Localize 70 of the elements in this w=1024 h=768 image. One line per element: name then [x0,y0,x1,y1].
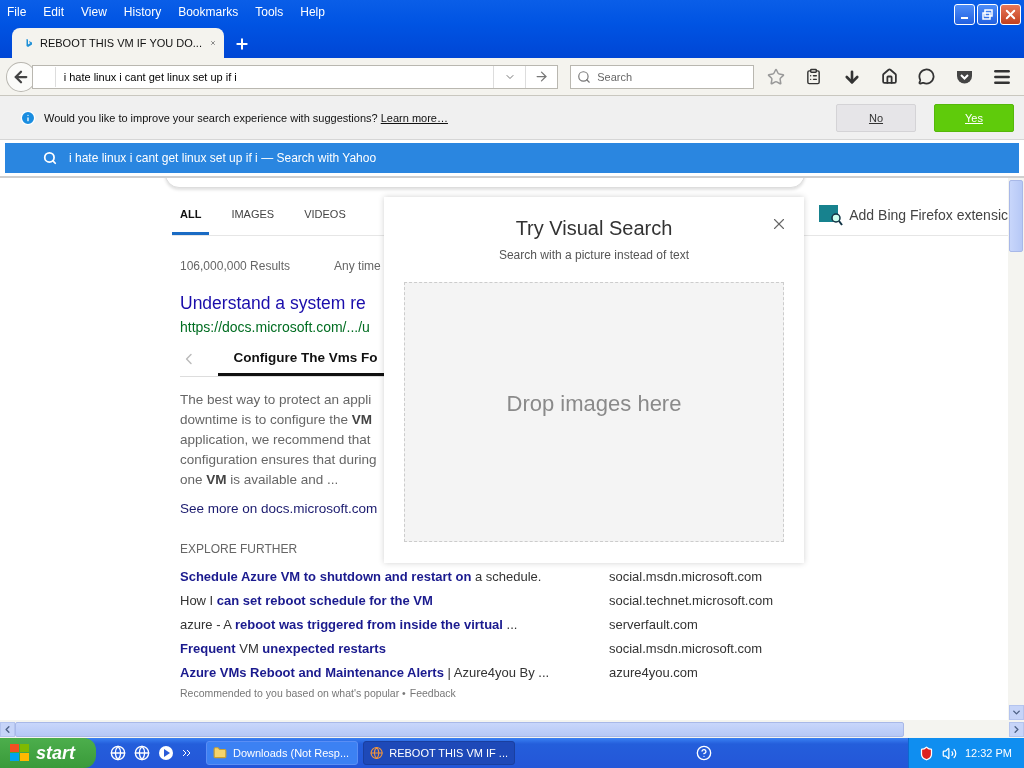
snippet-line: downtime is to configure the VM [180,411,374,429]
restore-button[interactable] [977,3,998,25]
browser-icon [370,746,384,760]
explore-site: serverfault.com [609,617,699,632]
minimize-icon [961,17,968,19]
menu-item[interactable]: Tools [255,5,284,19]
more-chevron-icon[interactable] [182,748,192,758]
no-button[interactable]: No [836,103,916,132]
popup-title: Try Visual Search [515,217,673,240]
minimize-button[interactable] [954,3,975,25]
snippet-line: configuration ensures that during [180,451,378,469]
search-box[interactable]: Search [570,64,755,89]
snippet-line: The best way to protect an appli [180,391,373,409]
new-tab-button[interactable] [234,36,250,52]
search-suggestion[interactable]: i hate linux i cant get linux set up if i — Search with Yahoo [5,143,1019,173]
snippet-line: application, we recommend that [180,431,372,449]
address-bar[interactable]: i hate linux i cant get linux set up if i [31,64,559,89]
explore-link[interactable]: Schedule Azure VM to shutdown and restart on a schedule. [180,569,609,584]
page-tab[interactable]: ALL [172,208,210,235]
folder-icon [213,746,227,760]
time-filter[interactable]: Any time [334,259,381,273]
restore-icon [982,8,993,20]
result-count: 106,000,000 Results [180,259,291,273]
speaker-icon[interactable] [941,745,957,761]
scroll-down-button[interactable] [1008,705,1024,720]
menu-item[interactable]: File [7,5,27,19]
popup-subtitle: Search with a picture instead of text [498,248,690,262]
windows-logo-icon [10,744,30,762]
notification-text: Would you like to improve your search experience with suggestions? Learn more… [44,111,449,124]
page-tab[interactable]: VIDEOS [296,208,354,235]
browser-icon[interactable] [110,745,126,761]
page-tab[interactable]: IMAGES [223,208,283,235]
menu-item[interactable]: Help [300,5,325,19]
browser-tab[interactable]: REBOOT THIS VM IF YOU DO... [12,28,224,58]
scrollbar-thumb[interactable] [1009,180,1023,252]
go-icon[interactable] [534,69,550,84]
clock: 12:32 PM [964,747,1012,759]
scrollbar-thumb[interactable] [15,721,904,737]
explore-link[interactable]: Azure VMs Reboot and Maintenance Alerts | Azure4you By ... [180,665,609,680]
taskbar-button[interactable]: REBOOT THIS VM IF ... [363,741,515,765]
menu-item[interactable]: Bookmarks [178,5,239,19]
learn-more-link[interactable]: Learn more… [380,111,448,124]
snippet-line: one VM is available and ... [180,471,340,489]
taskbar-button[interactable]: Downloads (Not Resp... [206,741,358,765]
footer-text: Recommended to you based on what's popular • [180,687,406,699]
help-icon[interactable] [695,745,712,761]
browser-icon[interactable] [134,745,150,761]
menu-item[interactable]: History [123,5,162,19]
explore-site: social.msdn.microsoft.com [609,569,764,584]
extension-link[interactable]: Add Bing Firefox extensic [849,207,1008,223]
explore-link[interactable]: Frequent VM unexpected restarts [180,641,609,656]
explore-heading: EXPLORE FURTHER [180,542,299,556]
explore-site: social.msdn.microsoft.com [609,641,764,656]
explore-site: azure4you.com [609,665,699,680]
explore-site: social.technet.microsoft.com [609,593,774,608]
media-player-icon[interactable] [158,745,174,761]
explore-link[interactable]: How I can set reboot schedule for the VM [180,593,609,608]
menu-item[interactable]: Edit [43,5,65,19]
feedback-link[interactable]: Feedback [409,687,456,699]
menu-item[interactable]: View [81,5,107,19]
shield-icon[interactable] [918,745,934,761]
scroll-right-button[interactable] [1009,721,1024,737]
scroll-left-button[interactable] [0,721,15,737]
info-icon [20,109,36,126]
bing-extension-icon [819,204,844,226]
result-url: https://docs.microsoft.com/.../u [180,319,371,335]
close-button[interactable] [1000,3,1021,25]
explore-link[interactable]: azure - A reboot was triggered from inside the virtual ... [180,617,609,632]
search-icon [43,151,57,165]
search-icon [577,69,592,84]
